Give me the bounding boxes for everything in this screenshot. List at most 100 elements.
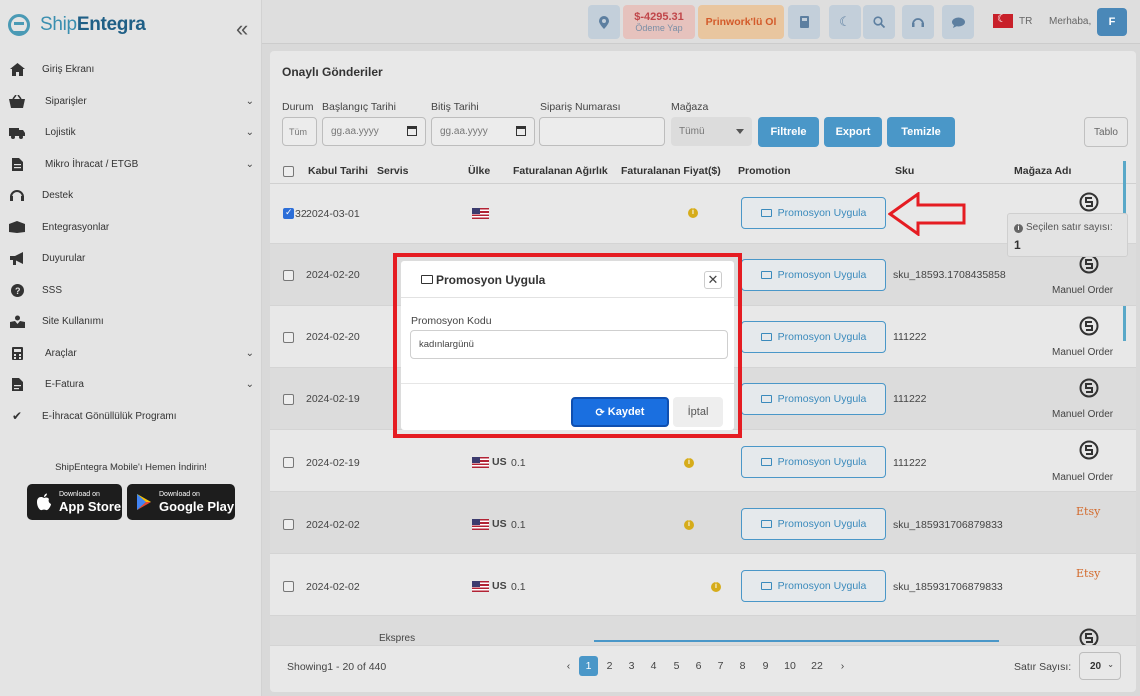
- info-icon[interactable]: i: [684, 458, 694, 468]
- page-9-button[interactable]: 9: [756, 656, 775, 676]
- dark-mode-button[interactable]: ☾: [829, 5, 861, 39]
- column-header-servis[interactable]: Servis: [377, 165, 409, 177]
- prev-page-icon[interactable]: ‹: [559, 656, 578, 676]
- export-button[interactable]: Export: [824, 117, 882, 147]
- promotion-apply-button[interactable]: Promosyon Uygula: [741, 197, 886, 229]
- row-sku: sku_18593.1708435858: [893, 269, 1006, 281]
- promotion-apply-button[interactable]: Promosyon Uygula: [741, 383, 886, 415]
- calculator-button[interactable]: [788, 5, 820, 39]
- end-date-input[interactable]: gg.aa.yyyy: [431, 117, 535, 146]
- sidebar-item-entegrasyonlar[interactable]: Entegrasyonlar: [0, 212, 262, 244]
- row-checkbox[interactable]: [283, 332, 294, 343]
- sidebar-item-duyurular[interactable]: Duyurular: [0, 243, 262, 275]
- chat-icon: [951, 17, 965, 28]
- promotion-apply-button[interactable]: Promosyon Uygula: [741, 508, 886, 540]
- page-3-button[interactable]: 3: [622, 656, 641, 676]
- close-icon[interactable]: ✕: [704, 271, 722, 289]
- sidebar-item-site-kullanimi[interactable]: Site Kullanımı: [0, 306, 262, 338]
- search-button[interactable]: [863, 5, 895, 39]
- order-number-input[interactable]: [539, 117, 665, 146]
- column-header-ulke[interactable]: Ülke: [468, 165, 490, 177]
- page-22-button[interactable]: 22: [805, 656, 829, 676]
- info-icon[interactable]: i: [684, 520, 694, 530]
- table-row[interactable]: 2024-02-02 US 0.1 i Promosyon Uygula sku…: [270, 492, 1136, 554]
- promotion-apply-button[interactable]: Promosyon Uygula: [741, 570, 886, 602]
- support-button[interactable]: [902, 5, 934, 39]
- turkey-flag-icon[interactable]: [993, 12, 1013, 28]
- calendar-icon[interactable]: [407, 126, 417, 136]
- column-header-faturalanan-fiyat[interactable]: Faturalanan Fiyat($): [621, 165, 721, 177]
- row-checkbox[interactable]: [283, 581, 294, 592]
- store-select[interactable]: Tümü: [671, 117, 752, 146]
- page-1-button[interactable]: 1: [579, 656, 598, 676]
- google-play-icon: [135, 493, 153, 511]
- app-store-button[interactable]: Download on App Store: [27, 484, 122, 520]
- row-checkbox[interactable]: [283, 519, 294, 530]
- basket-icon: [9, 94, 25, 108]
- table-row[interactable]: Ekspres: [270, 616, 1136, 646]
- column-header-magaza-adi[interactable]: Mağaza Adı: [1014, 165, 1071, 177]
- sidebar-item-e-ihracat-gonulluluk[interactable]: ✔ E-İhracat Gönüllülük Programı: [0, 401, 262, 433]
- table-settings-button[interactable]: Tablo: [1084, 117, 1128, 147]
- language-label[interactable]: TR: [1019, 16, 1032, 27]
- table-row[interactable]: 2024-02-02 US 0.1 i Promosyon Uygula sku…: [270, 554, 1136, 616]
- save-button[interactable]: ⟳ Kaydet: [571, 397, 669, 427]
- row-checkbox[interactable]: [283, 270, 294, 281]
- sidebar-item-destek[interactable]: Destek: [0, 180, 262, 212]
- sidebar-item-sss[interactable]: ? SSS: [0, 275, 262, 307]
- row-progress-line: [594, 640, 999, 642]
- balance-payment-button[interactable]: $-4295.31 Ödeme Yap: [623, 5, 695, 39]
- sidebar-item-mikro-ihracat[interactable]: Mikro İhracat / ETGB ⌄: [0, 149, 262, 181]
- page-6-button[interactable]: 6: [689, 656, 708, 676]
- rows-per-page-select[interactable]: 20 ⌄: [1079, 652, 1121, 680]
- chevron-down-icon: ⌄: [245, 158, 254, 170]
- prinwork-button[interactable]: Prinwork'lü Ol: [698, 5, 784, 39]
- sidebar-item-araclar[interactable]: Araçlar ⌄: [0, 338, 262, 370]
- location-button[interactable]: [588, 5, 620, 39]
- sidebar-item-e-fatura[interactable]: E-Fatura ⌄: [0, 369, 262, 401]
- column-header-sku[interactable]: Sku: [895, 165, 914, 177]
- page-7-button[interactable]: 7: [711, 656, 730, 676]
- start-date-input[interactable]: gg.aa.yyyy: [322, 117, 426, 146]
- sidebar-item-siparisler[interactable]: Siparişler ⌄: [0, 86, 262, 118]
- page-8-button[interactable]: 8: [733, 656, 752, 676]
- page-5-button[interactable]: 5: [667, 656, 686, 676]
- page-10-button[interactable]: 10: [778, 656, 802, 676]
- home-icon: [9, 63, 25, 77]
- page-2-button[interactable]: 2: [600, 656, 619, 676]
- page-4-button[interactable]: 4: [644, 656, 663, 676]
- clear-button[interactable]: Temizle: [887, 117, 955, 147]
- row-checkbox[interactable]: [283, 207, 294, 219]
- row-checkbox[interactable]: [283, 394, 294, 405]
- brand-logo[interactable]: ShipEntegra: [8, 14, 146, 36]
- selected-rows-tooltip: i Seçilen satır sayısı: 1: [1007, 213, 1128, 257]
- user-avatar[interactable]: F: [1097, 8, 1127, 36]
- column-header-promotion[interactable]: Promotion: [738, 165, 791, 177]
- calendar-icon[interactable]: [516, 126, 526, 136]
- info-icon[interactable]: i: [711, 582, 721, 592]
- filter-button[interactable]: Filtrele: [758, 117, 819, 147]
- column-header-kabul-tarihi[interactable]: Kabul Tarihi: [308, 165, 368, 177]
- info-icon[interactable]: i: [688, 208, 698, 218]
- order-number-label: Sipariş Numarası: [540, 101, 621, 113]
- table-row[interactable]: 2024-02-19 US 0.1 i Promosyon Uygula 111…: [270, 430, 1136, 492]
- headset-icon: [9, 189, 25, 203]
- google-play-button[interactable]: Download on Google Play: [127, 484, 235, 520]
- collapse-sidebar-icon[interactable]: «: [236, 16, 248, 42]
- cancel-button[interactable]: İptal: [673, 397, 723, 427]
- promotion-apply-button[interactable]: Promosyon Uygula: [741, 259, 886, 291]
- chat-button[interactable]: [942, 5, 974, 39]
- column-header-faturalanan-agirlik[interactable]: Faturalanan Ağırlık: [513, 165, 608, 177]
- select-all-checkbox[interactable]: [283, 166, 294, 177]
- row-date: 2024-02-02: [306, 581, 360, 593]
- next-page-icon[interactable]: ›: [833, 656, 852, 676]
- durum-select[interactable]: Tüm: [282, 117, 317, 146]
- promo-code-input[interactable]: kadınlargünü: [410, 330, 728, 359]
- promotion-apply-button[interactable]: Promosyon Uygula: [741, 321, 886, 353]
- svg-text:?: ?: [15, 286, 21, 296]
- sidebar-item-giris[interactable]: Giriş Ekranı: [0, 54, 262, 86]
- promotion-apply-button[interactable]: Promosyon Uygula: [741, 446, 886, 478]
- sidebar-item-lojistik[interactable]: Lojistik ⌄: [0, 117, 262, 149]
- row-checkbox[interactable]: [283, 457, 294, 468]
- promotion-apply-label: Promosyon Uygula: [777, 456, 867, 468]
